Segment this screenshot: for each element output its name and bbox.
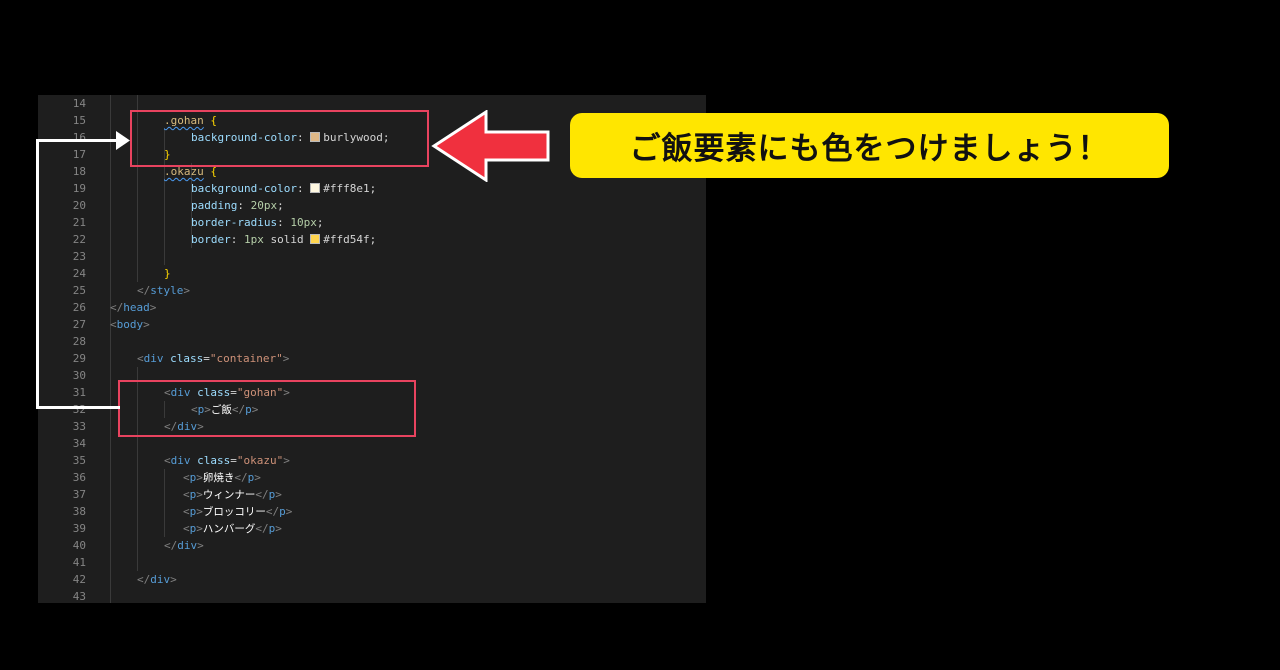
line-number: 24: [72, 267, 86, 280]
html-tag: div: [143, 352, 164, 365]
line-number: 18: [72, 165, 86, 178]
code-line-39: <p>ハンバーグ</p>: [183, 522, 282, 535]
callout-text: ご飯要素にも色をつけましょう！: [629, 131, 1110, 167]
line-number: 32: [72, 403, 86, 416]
code-line-19: background-color: #fff8e1;: [191, 182, 377, 195]
code-line-35: <div class="okazu">: [164, 454, 290, 467]
code-line-29: <div class="container">: [137, 352, 290, 365]
html-string: "okazu": [236, 454, 284, 467]
code-line-25: </style>: [137, 284, 190, 297]
html-tag: body: [116, 318, 144, 331]
color-swatch-ffd54f[interactable]: [310, 234, 321, 244]
code-line-21: border-radius: 10px;: [191, 216, 324, 229]
line-number: 15: [72, 114, 86, 127]
line-number: 36: [72, 471, 86, 484]
line-number: 27: [72, 318, 86, 331]
code-line-22: border: 1px solid #ffd54f;: [191, 233, 377, 246]
highlight-box-gohan-html: [118, 380, 416, 437]
code-line-20: padding: 20px;: [191, 199, 284, 212]
indent-guide: [110, 95, 111, 603]
line-number: 19: [72, 182, 86, 195]
line-number: 26: [72, 301, 86, 314]
line-number: 14: [72, 97, 86, 110]
line-number: 33: [72, 420, 86, 433]
css-keyword: solid: [270, 233, 304, 246]
brace: }: [164, 267, 171, 280]
html-tag: div: [170, 454, 191, 467]
html-string: "container": [209, 352, 283, 365]
line-number: 23: [72, 250, 86, 263]
code-line-38: <p>ブロッコリー</p>: [183, 505, 293, 518]
css-property: background-color: [191, 182, 297, 195]
line-number: 38: [72, 505, 86, 518]
line-number: 41: [72, 556, 86, 569]
line-number: 40: [72, 539, 86, 552]
line-number: 39: [72, 522, 86, 535]
code-line-24: }: [164, 265, 171, 282]
css-property: border-radius: [191, 216, 278, 229]
line-number: 21: [72, 216, 86, 229]
connector-line: [36, 139, 126, 142]
css-value: #ffd54f: [323, 233, 370, 246]
line-number: 35: [72, 454, 86, 467]
html-tag: div: [177, 539, 198, 552]
indent-guide: [164, 469, 165, 537]
callout-banner: ご飯要素にも色をつけましょう！: [570, 113, 1169, 178]
connector-line: [36, 139, 39, 409]
code-line-27: <body>: [110, 318, 150, 331]
text-content: ハンバーグ: [202, 523, 256, 535]
css-value: 20px: [250, 199, 278, 212]
code-line-36: <p>卵焼き</p>: [183, 471, 261, 484]
css-value: #fff8e1: [323, 182, 370, 195]
line-number: 34: [72, 437, 86, 450]
line-number-gutter: 14 15 16 17 18 19 20 21 22 23 24 25 26 27 28 29 30 31 32 33…: [38, 95, 100, 603]
line-number: 31: [72, 386, 86, 399]
line-number: 17: [72, 148, 86, 161]
code-line-37: <p>ウィンナー</p>: [183, 488, 282, 501]
html-attr: class: [197, 454, 231, 467]
html-tag: style: [150, 284, 184, 297]
html-tag: div: [150, 573, 171, 586]
html-tag: head: [123, 301, 150, 314]
code-line-26: </head>: [110, 301, 157, 314]
line-number: 42: [72, 573, 86, 586]
text-content: ブロッコリー: [202, 506, 266, 518]
line-number: 29: [72, 352, 86, 365]
line-number: 20: [72, 199, 86, 212]
connector-arrowhead-icon: [116, 131, 130, 150]
css-property: padding: [191, 199, 238, 212]
highlight-box-gohan-css: [130, 110, 429, 167]
code-line-40: </div>: [164, 539, 204, 552]
connector-line: [36, 406, 120, 409]
line-number: 37: [72, 488, 86, 501]
line-number: 16: [72, 131, 86, 144]
css-value: 1px: [244, 233, 264, 246]
css-value: 10px: [290, 216, 317, 229]
line-number: 30: [72, 369, 86, 382]
line-number: 43: [72, 590, 86, 603]
line-number: 28: [72, 335, 86, 348]
text-content: ウィンナー: [202, 489, 256, 501]
text-content: 卵焼き: [202, 472, 235, 484]
html-attr: class: [170, 352, 204, 365]
css-property: border: [191, 233, 231, 246]
code-line-42: </div>: [137, 573, 177, 586]
line-number: 22: [72, 233, 86, 246]
line-number: 25: [72, 284, 86, 297]
color-swatch-fff8e1[interactable]: [310, 183, 321, 193]
red-arrow-icon: [431, 110, 550, 182]
